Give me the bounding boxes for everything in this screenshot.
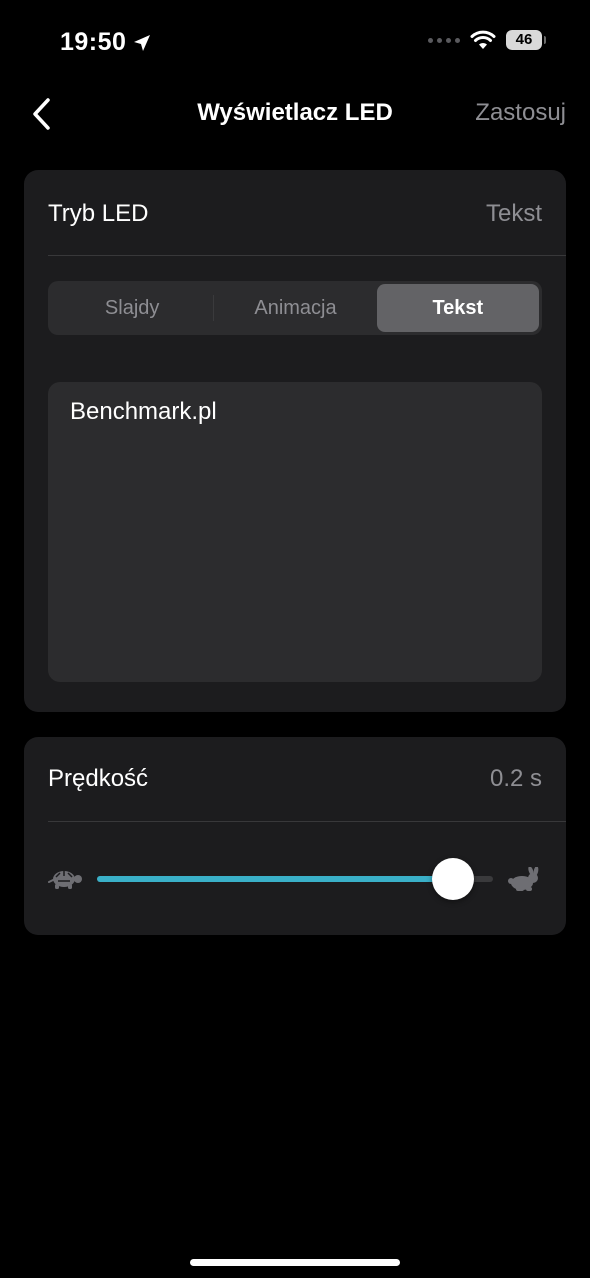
speed-value: 0.2 s: [489, 765, 542, 792]
led-mode-segmented-control: Slajdy Animacja Tekst: [48, 281, 542, 335]
speed-slider-thumb[interactable]: [432, 858, 475, 900]
status-right: 46: [428, 30, 546, 50]
speed-slider-fill: [97, 876, 454, 882]
speed-label: Prędkość: [48, 765, 149, 792]
nav-bar: Wyświetlacz LED Zastosuj: [0, 84, 590, 144]
led-mode-label: Tryb LED: [48, 200, 149, 227]
status-time: 19:50: [60, 28, 127, 56]
status-bar: 19:50 46: [0, 0, 590, 80]
speed-slider[interactable]: [97, 858, 493, 900]
segment-animation[interactable]: Animacja: [214, 284, 376, 332]
segment-slides[interactable]: Slajdy: [51, 284, 213, 332]
speed-slider-row: [24, 855, 566, 905]
led-text-input[interactable]: Benchmark.pl: [48, 382, 542, 682]
battery-indicator: 46: [506, 30, 546, 50]
divider: [48, 255, 566, 256]
divider: [48, 821, 566, 822]
apply-button[interactable]: Zastosuj: [475, 99, 566, 127]
rabbit-icon: [508, 867, 539, 891]
led-mode-value: Tekst: [485, 200, 542, 227]
wifi-icon: [470, 30, 496, 49]
signal-icon: [428, 37, 460, 43]
status-time-group: 19:50: [60, 28, 152, 57]
led-mode-card: Tryb LED Tekst Slajdy Animacja Tekst Ben…: [24, 170, 566, 712]
home-indicator: [190, 1259, 400, 1266]
segment-text[interactable]: Tekst: [376, 284, 539, 332]
turtle-icon: [48, 871, 82, 889]
speed-card: Prędkość 0.2 s: [24, 737, 566, 935]
location-arrow-icon: [134, 34, 151, 51]
